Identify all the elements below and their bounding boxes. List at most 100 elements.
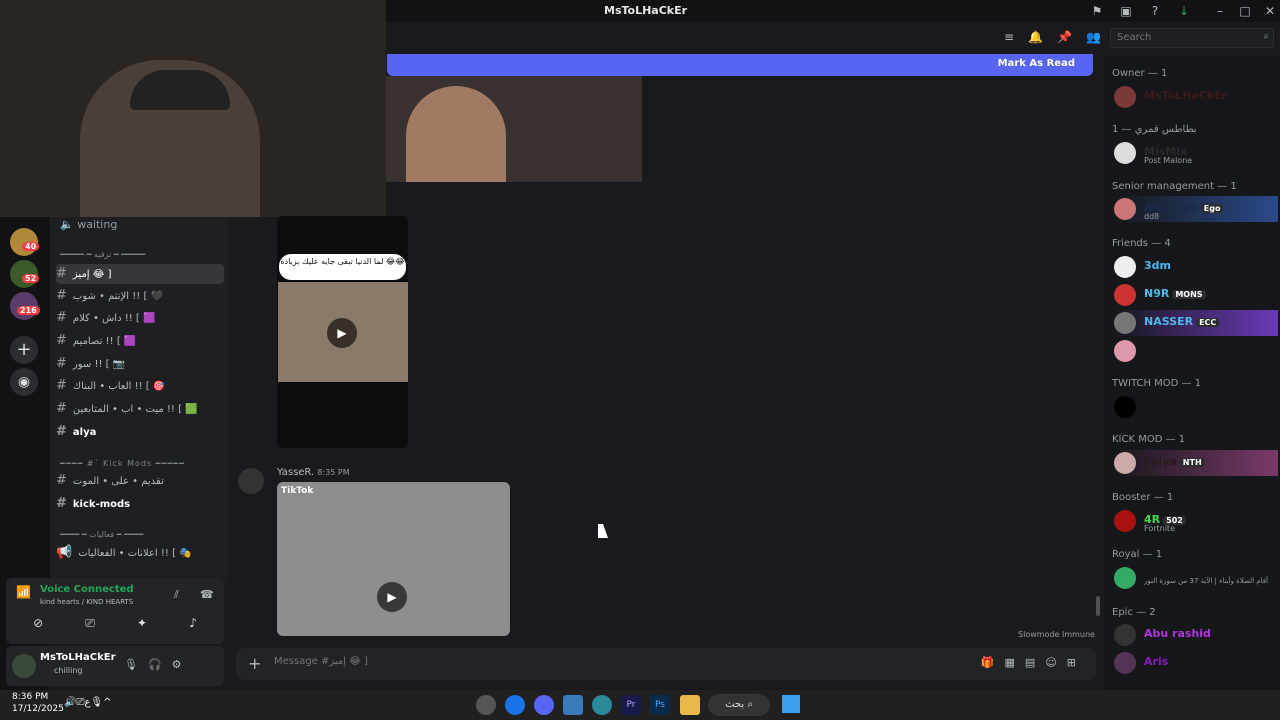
mic-icon[interactable]: 🎙 — [124, 658, 148, 671]
clock-time[interactable]: 8:36 PM — [12, 692, 48, 702]
channel-item[interactable]: 📢 اعلانات • الفعاليات !! [ 🎭 — [56, 543, 224, 563]
screen-icon[interactable]: ▣ — [1118, 3, 1134, 19]
message-composer[interactable]: + 🎁▦▤☺⊞ — [236, 648, 1096, 680]
channel-item[interactable]: # داش • كلام !! [ 🟪 — [56, 308, 224, 328]
discover-icon[interactable]: ◉ — [10, 368, 38, 396]
bell-icon[interactable]: 🔔 — [1028, 30, 1057, 44]
minimize-icon[interactable]: – — [1212, 3, 1228, 19]
hash-icon: # — [56, 378, 67, 393]
folder-icon[interactable] — [680, 695, 700, 715]
channel-item[interactable]: # ميت • اب • المتابعين !! [ 🟩 — [56, 399, 224, 419]
message-input[interactable] — [274, 656, 674, 667]
member-row[interactable]: Abu Zizo Ego dd8 — [1112, 196, 1278, 222]
channel-item[interactable]: # العاب • البناك !! [ 🎯 — [56, 376, 224, 396]
member-row[interactable] — [1112, 394, 1278, 420]
close-icon[interactable]: ✕ — [1262, 3, 1278, 19]
member-row[interactable]: MsToLHaCkEr — [1112, 84, 1278, 110]
disconnect-icon[interactable]: ☎ — [200, 588, 214, 601]
search-input[interactable] — [1111, 29, 1251, 46]
member-row[interactable]: MisMix Post Malone — [1112, 140, 1278, 166]
mic-icon[interactable]: 🎙 — [90, 697, 103, 708]
member-row[interactable]: NASSER ECC — [1112, 310, 1278, 336]
headphones-icon[interactable]: 🎧 — [148, 658, 172, 671]
hash-icon: # — [56, 288, 67, 303]
play-icon[interactable]: ▶ — [327, 318, 357, 348]
channel-item[interactable]: # سور !! [ 📷 — [56, 354, 224, 374]
clock-date[interactable]: 17/12/2025 — [12, 704, 64, 714]
guest-figure — [406, 86, 506, 182]
inbox-icon[interactable]: ⚑ — [1089, 3, 1105, 19]
mark-as-read-button[interactable]: Mark As Read — [998, 58, 1075, 69]
activities-icon[interactable]: ✦ — [137, 616, 147, 638]
new-messages-banner[interactable]: Mark As Read — [387, 54, 1093, 76]
channel-item[interactable]: # alya — [56, 422, 224, 442]
gift-icon[interactable]: 🎁 — [981, 656, 1005, 669]
channel-label: الإنتم • شوب !! [ 🖤 — [72, 291, 163, 302]
avatar[interactable] — [238, 468, 264, 494]
category-fun[interactable]: ━━━━━ ━ ترفيه ━ ━━━━━ — [60, 250, 145, 259]
waiting-channel[interactable]: 🔈 waiting — [60, 218, 117, 231]
taskbar-search[interactable]: بحث ⌕ — [708, 694, 770, 716]
channel-label: سور !! [ 📷 — [72, 359, 126, 370]
channel-item[interactable]: # تصاميم !! [ 🟪 — [56, 331, 224, 351]
edge-icon[interactable] — [592, 695, 612, 715]
avatar[interactable] — [12, 654, 36, 678]
help-icon[interactable]: ? — [1147, 3, 1163, 19]
member-row[interactable]: Abu rashid — [1112, 622, 1278, 648]
category-kick-mods[interactable]: ━━━━ #ˊ Kick Mods ━━━━━ — [60, 459, 185, 468]
channel-item[interactable]: # تقديم • على • الموت — [56, 471, 224, 491]
app-icon[interactable] — [476, 695, 496, 715]
soundboard-icon[interactable]: ♪ — [189, 616, 197, 638]
user-name[interactable]: MsToLHaCkEr — [40, 652, 116, 663]
video-attachment[interactable]: لما الدنيا تبقى جايه عليك بزيادة 😂😂 ▶ — [277, 216, 408, 448]
member-activity: أقام الصلاة وأيتاء | الآية 37 من سورة ال… — [1144, 577, 1269, 585]
chevron-up-icon[interactable]: ^ — [103, 697, 111, 708]
gif-icon[interactable]: ▦ — [1005, 656, 1025, 669]
apps-icon[interactable]: ⊞ — [1067, 656, 1086, 669]
maximize-icon[interactable]: □ — [1237, 3, 1253, 19]
channel-item[interactable]: # الإنتم • شوب !! [ 🖤 — [56, 286, 224, 306]
play-icon[interactable]: ▶ — [377, 582, 407, 612]
pin-icon[interactable]: 📌 — [1057, 30, 1086, 44]
emoji-icon[interactable]: ☺ — [1045, 656, 1066, 669]
member-row[interactable]: 3dm — [1112, 254, 1278, 280]
member-name: 3dm — [1144, 259, 1171, 272]
noise-icon[interactable]: ⫽ — [174, 588, 179, 602]
member-row[interactable]: أقام الصلاة وأيتاء | الآية 37 من سورة ال… — [1112, 565, 1278, 591]
threads-icon[interactable]: ≡ — [1004, 30, 1028, 44]
member-row[interactable]: N9R MONS — [1112, 282, 1278, 308]
settings-icon[interactable]: ⚙ — [172, 658, 192, 671]
channel-label: العاب • البناك !! [ 🎯 — [72, 381, 166, 392]
voice-actions: ⊘ ⎚ ✦ ♪ — [12, 616, 218, 638]
avatar — [1114, 142, 1136, 164]
channel-label: ميت • اب • المتابعين !! [ 🟩 — [72, 404, 198, 415]
voice-channel[interactable]: kind hearts / KIND HEARTS — [40, 598, 133, 606]
windows-start-icon[interactable] — [782, 695, 800, 713]
scrollbar[interactable] — [1096, 596, 1100, 616]
member-row[interactable]: Aris — [1112, 650, 1278, 676]
search-box[interactable]: ⌕ — [1110, 28, 1274, 48]
channel-item[interactable]: # إميز 😂 ] — [56, 264, 224, 284]
photoshop-icon[interactable]: Ps — [650, 695, 670, 715]
channel-item[interactable]: # kick-mods — [56, 494, 224, 514]
chrome-icon[interactable] — [505, 695, 525, 715]
premiere-icon[interactable]: Pr — [621, 695, 641, 715]
add-attachment-icon[interactable]: + — [248, 654, 261, 673]
add-server-icon[interactable]: + — [10, 336, 38, 364]
screen-share-icon[interactable]: ⎚ — [85, 616, 95, 638]
guild-tag: ECC — [1196, 318, 1220, 327]
member-row[interactable] — [1112, 338, 1278, 364]
author-name[interactable]: YasseR. — [277, 467, 314, 478]
category-events[interactable]: ━━━━ ━ فعاليات ━ ━━━━ — [60, 530, 143, 539]
camera-off-icon[interactable]: ⊘ — [33, 616, 43, 638]
cap — [130, 70, 230, 110]
sticker-icon[interactable]: ▤ — [1025, 656, 1045, 669]
video-attachment[interactable]: TikTok ▶ — [277, 482, 510, 636]
member-row[interactable]: 4R 502 Fortnite — [1112, 508, 1278, 534]
download-icon[interactable]: ↓ — [1176, 3, 1192, 19]
discord-icon[interactable] — [534, 695, 554, 715]
voice-status: Voice Connected — [40, 584, 134, 595]
volume-icon[interactable]: 🔊 — [64, 697, 76, 708]
app-icon[interactable] — [563, 695, 583, 715]
member-row[interactable]: Lalya NTH — [1112, 450, 1278, 476]
